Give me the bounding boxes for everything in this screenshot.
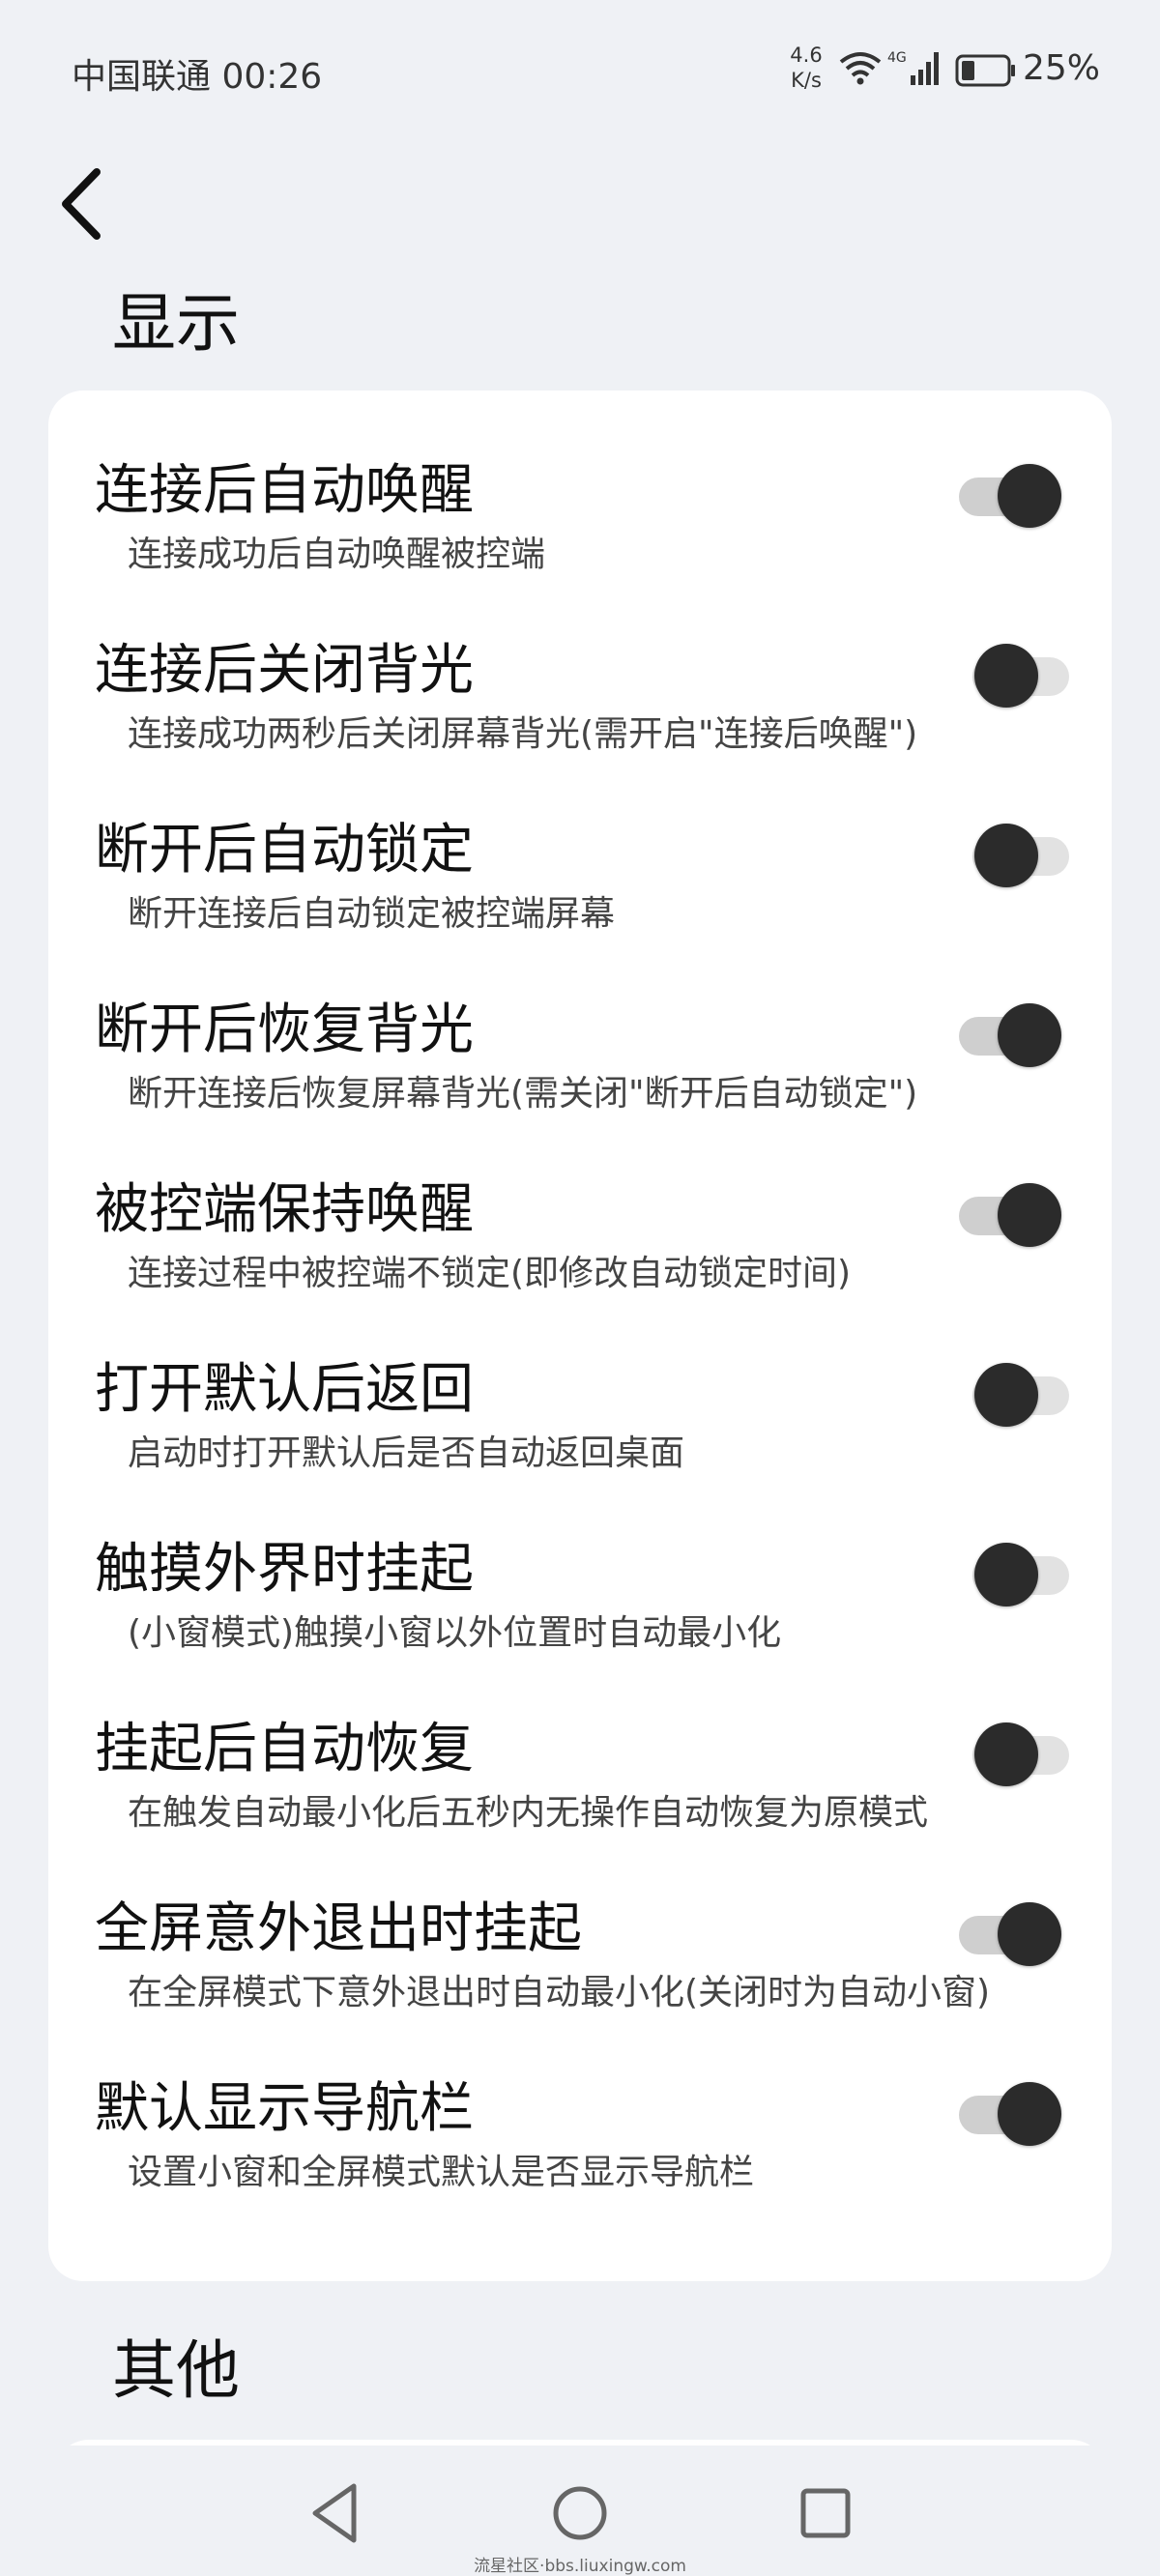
setting-title: 连接后关闭背光 bbox=[95, 639, 474, 702]
setting-title: 连接后自动唤醒 bbox=[95, 459, 474, 522]
back-button[interactable] bbox=[50, 162, 120, 246]
setting-row-backlight-off[interactable]: 连接后关闭背光 连接成功两秒后关闭屏幕背光(需开启"连接后唤醒") bbox=[48, 570, 1112, 754]
carrier-time: 中国联通 00:26 bbox=[72, 57, 323, 97]
setting-title: 默认显示导航栏 bbox=[95, 2077, 474, 2140]
setting-subtitle: 断开连接后恢复屏幕背光(需关闭"断开后自动锁定") bbox=[128, 1074, 918, 1114]
status-bar: 中国联通 00:26 4.6 K/s 4G 25% bbox=[0, 0, 1160, 145]
setting-subtitle: (小窗模式)触摸小窗以外位置时自动最小化 bbox=[128, 1613, 782, 1653]
setting-title: 断开后自动锁定 bbox=[95, 819, 474, 882]
setting-subtitle: 连接过程中被控端不锁定(即修改自动锁定时间) bbox=[128, 1254, 852, 1293]
setting-subtitle: 设置小窗和全屏模式默认是否显示导航栏 bbox=[128, 2153, 755, 2192]
toggle-switch[interactable] bbox=[924, 456, 1061, 528]
setting-subtitle: 在触发自动最小化后五秒内无操作自动恢复为原模式 bbox=[128, 1793, 929, 1833]
setting-row-return-after-default[interactable]: 打开默认后返回 启动时打开默认后是否自动返回桌面 bbox=[48, 1289, 1112, 1473]
setting-subtitle: 在全屏模式下意外退出时自动最小化(关闭时为自动小窗) bbox=[128, 1973, 991, 2012]
setting-row-suspend-on-outside-touch[interactable]: 触摸外界时挂起 (小窗模式)触摸小窗以外位置时自动最小化 bbox=[48, 1469, 1112, 1653]
setting-row-fullscreen-suspend[interactable]: 全屏意外退出时挂起 在全屏模式下意外退出时自动最小化(关闭时为自动小窗) bbox=[48, 1829, 1112, 2012]
setting-row-auto-restore[interactable]: 挂起后自动恢复 在触发自动最小化后五秒内无操作自动恢复为原模式 bbox=[48, 1649, 1112, 1833]
toggle-switch[interactable] bbox=[924, 1535, 1069, 1606]
nav-home-button[interactable] bbox=[549, 2478, 611, 2548]
settings-card: 连接后自动唤醒 连接成功后自动唤醒被控端 连接后关闭背光 连接成功两秒后关闭屏幕… bbox=[48, 391, 1112, 2281]
battery-icon bbox=[955, 54, 1015, 87]
section-title-other: 其他 bbox=[112, 2333, 240, 2408]
battery-percentage: 25% bbox=[1023, 48, 1101, 88]
setting-title: 全屏意外退出时挂起 bbox=[95, 1897, 582, 1960]
section-title-display: 显示 bbox=[112, 286, 240, 361]
setting-row-show-nav-bar[interactable]: 默认显示导航栏 设置小窗和全屏模式默认是否显示导航栏 bbox=[48, 2009, 1112, 2192]
watermark: 流星社区·bbs.liuxingw.com bbox=[474, 2557, 686, 2576]
setting-title: 断开后恢复背光 bbox=[95, 999, 474, 1061]
nav-recents-button[interactable] bbox=[795, 2478, 856, 2548]
network-speed-value: 4.6 bbox=[790, 43, 823, 67]
toggle-switch[interactable] bbox=[924, 816, 1069, 887]
toggle-switch[interactable] bbox=[924, 1715, 1069, 1786]
wifi-icon bbox=[839, 52, 882, 85]
setting-subtitle: 启动时打开默认后是否自动返回桌面 bbox=[128, 1433, 685, 1473]
setting-title: 打开默认后返回 bbox=[95, 1358, 474, 1421]
setting-subtitle: 断开连接后自动锁定被控端屏幕 bbox=[128, 894, 616, 934]
setting-title: 触摸外界时挂起 bbox=[95, 1538, 474, 1601]
setting-subtitle: 连接成功两秒后关闭屏幕背光(需开启"连接后唤醒") bbox=[128, 714, 918, 754]
svg-text:4G: 4G bbox=[887, 50, 907, 66]
setting-row-auto-wake[interactable]: 连接后自动唤醒 连接成功后自动唤醒被控端 bbox=[48, 391, 1112, 574]
toggle-switch[interactable] bbox=[924, 1355, 1069, 1427]
toggle-switch[interactable] bbox=[924, 1175, 1061, 1247]
toggle-switch[interactable] bbox=[924, 2074, 1061, 2146]
network-speed: 4.6 K/s bbox=[785, 43, 827, 93]
toggle-switch[interactable] bbox=[924, 996, 1061, 1067]
setting-title: 挂起后自动恢复 bbox=[95, 1718, 474, 1780]
toggle-switch[interactable] bbox=[924, 636, 1069, 708]
toggle-switch[interactable] bbox=[924, 1895, 1061, 1966]
setting-subtitle: 连接成功后自动唤醒被控端 bbox=[128, 535, 546, 574]
setting-row-keep-awake[interactable]: 被控端保持唤醒 连接过程中被控端不锁定(即修改自动锁定时间) bbox=[48, 1110, 1112, 1293]
setting-row-restore-backlight[interactable]: 断开后恢复背光 断开连接后恢复屏幕背光(需关闭"断开后自动锁定") bbox=[48, 930, 1112, 1114]
setting-title: 被控端保持唤醒 bbox=[95, 1178, 474, 1241]
network-speed-unit: K/s bbox=[791, 69, 822, 92]
setting-row-auto-lock[interactable]: 断开后自动锁定 断开连接后自动锁定被控端屏幕 bbox=[48, 750, 1112, 934]
nav-back-button[interactable] bbox=[305, 2478, 367, 2548]
signal-4g-icon: 4G bbox=[887, 50, 939, 85]
